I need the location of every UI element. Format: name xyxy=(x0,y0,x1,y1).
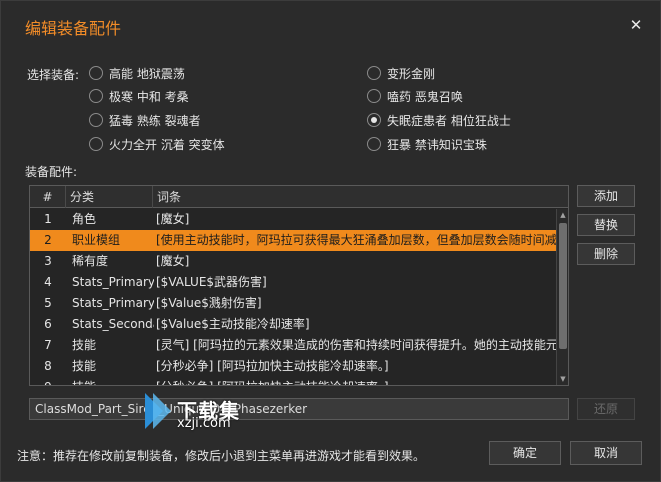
radio-label: 猛毒 熟练 裂魂者 xyxy=(109,113,201,128)
dialog-title: 编辑装备配件 xyxy=(25,19,122,38)
radio-circle-icon xyxy=(89,113,103,127)
footer-note: 注意：推荐在修改前复制装备，修改后小退到主菜单再进游戏才能看到效果。 xyxy=(17,449,426,463)
radio-circle-icon xyxy=(89,66,103,80)
row-category: Stats_Seconda xyxy=(72,317,154,331)
radio-label: 失眠症患者 相位狂战士 xyxy=(387,113,511,128)
radio-equip-left-4[interactable]: 火力全开 沉着 突变体 xyxy=(89,135,225,153)
title-bar: 编辑装备配件 ✕ xyxy=(1,1,660,47)
part-path-input[interactable]: ClassMod_Part_Siren_Unique_04_Phasezerke… xyxy=(29,398,569,420)
radio-label: 火力全开 沉着 突变体 xyxy=(109,137,225,152)
row-category: 角色 xyxy=(72,212,97,226)
table-row[interactable]: 3 稀有度 [魔女] xyxy=(30,251,556,272)
close-icon[interactable]: ✕ xyxy=(627,16,645,34)
table-row[interactable]: 5 Stats_Primary [$Value$溅射伤害] xyxy=(30,293,556,314)
radio-equip-right-1[interactable]: 变形金刚 xyxy=(367,64,435,82)
scroll-down-icon[interactable]: ▼ xyxy=(558,374,568,384)
radio-circle-icon xyxy=(367,89,381,103)
radio-label: 变形金刚 xyxy=(387,66,436,81)
table-header: # 分类 词条 xyxy=(30,186,568,208)
column-header-num[interactable]: # xyxy=(30,186,66,208)
radio-circle-icon xyxy=(89,89,103,103)
row-category: Stats_Primary xyxy=(72,296,154,310)
radio-selected-icon xyxy=(367,113,381,127)
cancel-button[interactable]: 取消 xyxy=(570,441,642,465)
radio-label: 高能 地狱震荡 xyxy=(109,66,185,81)
row-number: 6 xyxy=(44,317,52,331)
row-entry: [魔女] xyxy=(156,254,190,268)
row-category: Stats_Primary xyxy=(72,275,154,289)
row-number: 7 xyxy=(44,338,52,352)
edit-equipment-parts-dialog: 编辑装备配件 ✕ 选择装备: 高能 地狱震荡 极寒 中和 考桑 猛毒 熟练 裂魂… xyxy=(0,0,661,482)
row-entry: [使用主动技能时，阿玛拉可获得最大狂涌叠加层数，但叠加层数会随时间减 xyxy=(156,233,556,247)
table-row[interactable]: 2 职业模组 [使用主动技能时，阿玛拉可获得最大狂涌叠加层数，但叠加层数会随时间减 xyxy=(30,230,556,251)
row-category: 职业模组 xyxy=(72,233,121,247)
ok-button[interactable]: 确定 xyxy=(489,441,561,465)
add-button[interactable]: 添加 xyxy=(577,185,635,207)
row-entry: [魔女] xyxy=(156,212,190,226)
row-entry: [分秒必争] [阿玛拉加快主动技能冷却速率。] xyxy=(156,359,389,373)
radio-circle-icon xyxy=(367,137,381,151)
row-category: 技能 xyxy=(72,359,97,373)
row-number: 9 xyxy=(30,377,66,385)
row-number: 4 xyxy=(44,275,52,289)
row-category: 稀有度 xyxy=(72,254,109,268)
radio-equip-right-2[interactable]: 嗑药 恶鬼召唤 xyxy=(367,87,463,105)
row-number: 3 xyxy=(44,254,52,268)
replace-button[interactable]: 替换 xyxy=(577,214,635,236)
row-entry: [灵气] [阿玛拉的元素效果造成的伤害和持续时间获得提升。她的主动技能元 xyxy=(156,338,556,352)
table-row[interactable]: 9 技能[分秒必争] [阿玛拉加快主动技能冷却速率。] xyxy=(30,377,556,385)
radio-equip-right-4[interactable]: 狂暴 禁讳知识宝珠 xyxy=(367,135,487,153)
vertical-scrollbar[interactable]: ▲ ▼ xyxy=(556,209,568,385)
scrollbar-thumb[interactable] xyxy=(559,223,567,349)
table-body: 1 角色 [魔女] 2 职业模组 [使用主动技能时，阿玛拉可获得最大狂涌叠加层数，但叠加层… xyxy=(30,209,556,385)
radio-equip-right-3[interactable]: 失眠症患者 相位狂战士 xyxy=(367,111,511,129)
row-entry: [$Value$溅射伤害] xyxy=(156,296,262,310)
row-category: 技能 xyxy=(72,377,154,385)
column-header-category[interactable]: 分类 xyxy=(66,186,153,208)
restore-button[interactable]: 还原 xyxy=(577,398,635,420)
radio-equip-left-1[interactable]: 高能 地狱震荡 xyxy=(89,64,185,82)
row-entry: [$Value$主动技能冷却速率] xyxy=(156,317,310,331)
row-entry: [$VALUE$武器伤害] xyxy=(156,275,267,289)
table-row[interactable]: 6 Stats_Seconda [$Value$主动技能冷却速率] xyxy=(30,314,556,335)
scroll-up-icon[interactable]: ▲ xyxy=(558,210,568,220)
row-number: 8 xyxy=(44,359,52,373)
radio-label: 狂暴 禁讳知识宝珠 xyxy=(387,137,487,152)
radio-circle-icon xyxy=(367,66,381,80)
select-equipment-label: 选择装备: xyxy=(27,68,80,82)
radio-equip-left-2[interactable]: 极寒 中和 考桑 xyxy=(89,87,189,105)
column-header-entry[interactable]: 词条 xyxy=(153,186,568,208)
delete-button[interactable]: 删除 xyxy=(577,243,635,265)
row-category: 技能 xyxy=(72,338,97,352)
radio-circle-icon xyxy=(89,137,103,151)
radio-label: 嗑药 恶鬼召唤 xyxy=(387,89,463,104)
row-number: 1 xyxy=(44,212,52,226)
table-row[interactable]: 1 角色 [魔女] xyxy=(30,209,556,230)
equipment-parts-label: 装备配件: xyxy=(25,165,78,179)
radio-equip-left-3[interactable]: 猛毒 熟练 裂魂者 xyxy=(89,111,201,129)
radio-label: 极寒 中和 考桑 xyxy=(109,89,189,104)
row-entry: [分秒必争] [阿玛拉加快主动技能冷却速率。] xyxy=(156,377,556,385)
parts-table: # 分类 词条 1 角色 [魔女] 2 职业模组 [使用主动技能时，阿玛拉可获得最大狂涌叠… xyxy=(29,185,569,386)
row-number: 2 xyxy=(44,233,52,247)
table-row[interactable]: 8 技能 [分秒必争] [阿玛拉加快主动技能冷却速率。] xyxy=(30,356,556,377)
table-row[interactable]: 7 技能 [灵气] [阿玛拉的元素效果造成的伤害和持续时间获得提升。她的主动技能元 xyxy=(30,335,556,356)
row-number: 5 xyxy=(44,296,52,310)
table-row[interactable]: 4 Stats_Primary [$VALUE$武器伤害] xyxy=(30,272,556,293)
